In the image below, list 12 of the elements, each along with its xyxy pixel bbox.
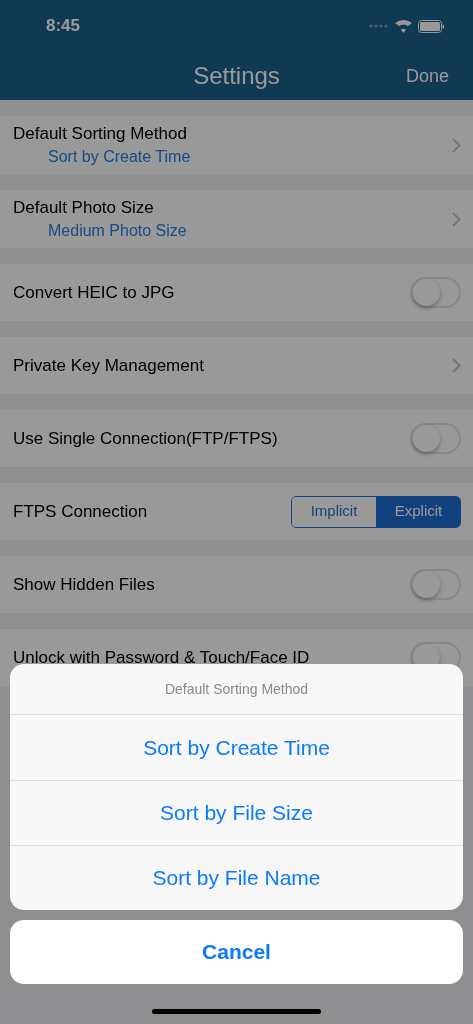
setting-label: Private Key Management [13, 354, 204, 377]
setting-label: Unlock with Password & Touch/Face ID [13, 646, 310, 669]
setting-label: Convert HEIC to JPG [13, 281, 175, 304]
status-time: 8:45 [46, 15, 81, 38]
nav-title: Settings [193, 61, 280, 91]
setting-value: Sort by Create Time [47, 147, 191, 167]
setting-value: Medium Photo Size [47, 221, 187, 241]
setting-label: Use Single Connection(FTP/FTPS) [13, 427, 278, 450]
setting-label: FTPS Connection [13, 500, 148, 523]
setting-label: Show Hidden Files [13, 573, 155, 596]
setting-label: Default Photo Size [13, 197, 155, 219]
setting-label: Default Sorting Method [13, 123, 188, 145]
